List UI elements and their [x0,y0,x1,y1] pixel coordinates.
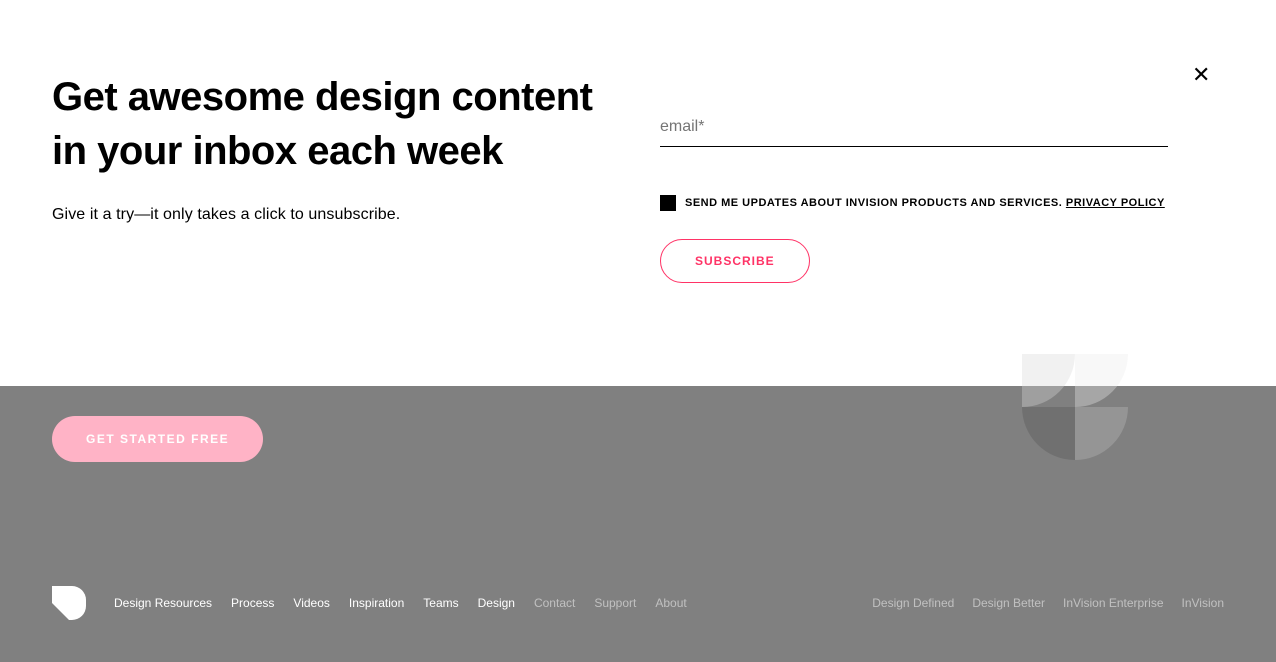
brand-mark-icon [1022,354,1128,460]
nav-process[interactable]: Process [231,596,274,610]
newsletter-modal: Get awesome design content in your inbox… [0,0,1276,386]
nav-inspiration[interactable]: Inspiration [349,596,404,610]
footer-left: Design Resources Process Videos Inspirat… [52,586,687,620]
consent-row: SEND ME UPDATES ABOUT INVISION PRODUCTS … [660,195,1168,211]
nav-invision-enterprise[interactable]: InVision Enterprise [1063,596,1164,610]
nav-design-better[interactable]: Design Better [972,596,1045,610]
footer: Design Resources Process Videos Inspirat… [0,546,1276,662]
modal-subtext: Give it a try—it only takes a click to u… [52,206,600,224]
modal-left-column: Get awesome design content in your inbox… [52,70,600,306]
nav-teams[interactable]: Teams [423,596,458,610]
nav-invision[interactable]: InVision [1182,596,1224,610]
cta-section: GET STARTED FREE [0,386,1276,546]
modal-right-column: SEND ME UPDATES ABOUT INVISION PRODUCTS … [660,70,1224,306]
nav-about[interactable]: About [655,596,686,610]
nav-design-defined[interactable]: Design Defined [872,596,954,610]
privacy-policy-link[interactable]: PRIVACY POLICY [1066,197,1165,209]
nav-videos[interactable]: Videos [293,596,329,610]
consent-text: SEND ME UPDATES ABOUT INVISION PRODUCTS … [685,197,1165,209]
footer-nav-primary: Design Resources Process Videos Inspirat… [114,596,687,610]
footer-logo-icon [52,586,86,620]
nav-contact[interactable]: Contact [534,596,575,610]
subscribe-button[interactable]: SUBSCRIBE [660,239,810,283]
nav-design-resources[interactable]: Design Resources [114,596,212,610]
nav-design[interactable]: Design [478,596,515,610]
consent-checkbox[interactable] [660,195,676,211]
footer-nav-right: Design Defined Design Better InVision En… [872,596,1224,610]
email-field[interactable] [660,108,1168,147]
get-started-button[interactable]: GET STARTED FREE [52,416,263,462]
close-icon[interactable]: ✕ [1192,68,1208,84]
consent-label: SEND ME UPDATES ABOUT INVISION PRODUCTS … [685,197,1062,209]
nav-support[interactable]: Support [594,596,636,610]
modal-heading: Get awesome design content in your inbox… [52,70,600,178]
